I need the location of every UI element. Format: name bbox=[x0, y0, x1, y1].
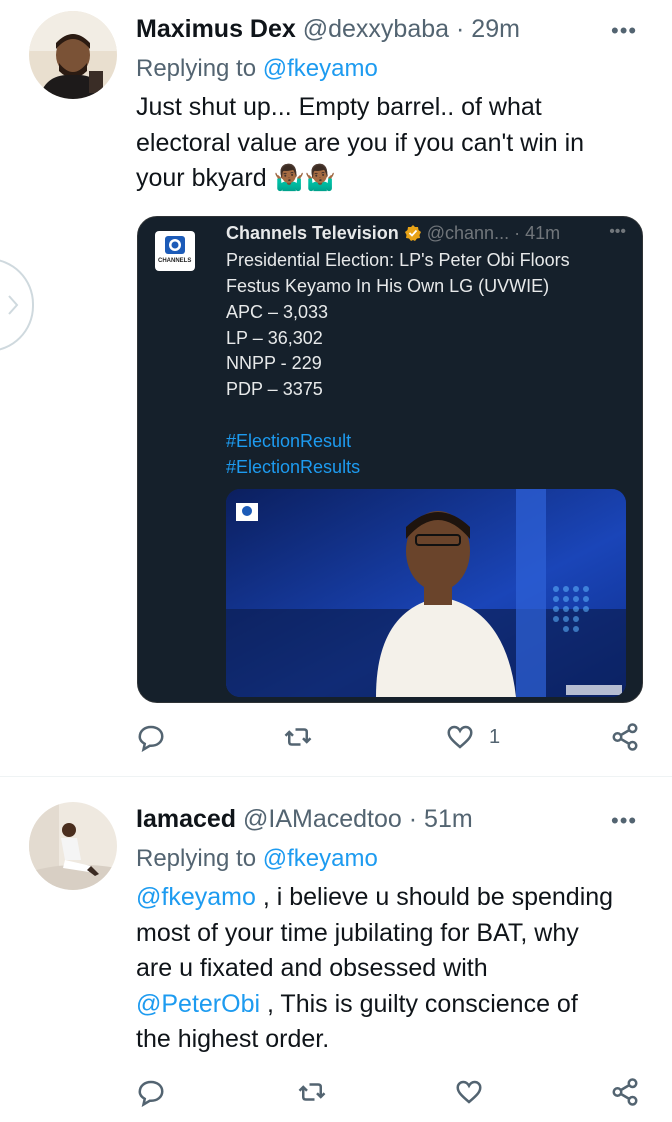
separator-dot: · bbox=[514, 223, 521, 243]
display-name[interactable]: Iamaced bbox=[136, 805, 236, 833]
quote-line: APC – 3,033 bbox=[226, 302, 329, 322]
reply-icon bbox=[138, 725, 164, 752]
verified-badge-icon bbox=[404, 225, 421, 241]
heart-icon bbox=[456, 1080, 482, 1104]
tweet-text-line: are u fixated and obsessed with bbox=[136, 954, 488, 982]
replying-to-handle[interactable]: @fkeyamo bbox=[263, 55, 378, 82]
quote-more-icon[interactable]: ••• bbox=[609, 223, 626, 241]
quote-line: Presidential Election: LP's Peter Obi Fl… bbox=[226, 250, 570, 270]
retweet-icon bbox=[284, 728, 312, 746]
retweet-button[interactable] bbox=[296, 1077, 328, 1107]
quoted-tweet-card[interactable]: CHANNELS Channels Television @chann... ·… bbox=[137, 216, 643, 703]
channels-logo: CHANNELS bbox=[155, 231, 195, 271]
quote-line: Festus Keyamo In His Own LG (UVWIE) bbox=[226, 276, 550, 296]
hashtag-link[interactable]: #ElectionResult bbox=[226, 429, 351, 455]
channels-logo-icon bbox=[165, 236, 185, 254]
heart-icon bbox=[447, 725, 473, 749]
tweet-1[interactable]: Maximus Dex @dexxybaba · 29m ••• Replyin… bbox=[0, 0, 672, 775]
reply-button[interactable] bbox=[136, 1077, 166, 1107]
tweet-text-line: @PeterObi , This is guilty conscience of bbox=[136, 989, 578, 1018]
replying-to-handle[interactable]: @fkeyamo bbox=[263, 845, 378, 872]
tweet-text-line: @fkeyamo , i believe u should be spendin… bbox=[136, 883, 614, 911]
separator-dot: · bbox=[408, 805, 418, 833]
retweet-icon bbox=[298, 1083, 326, 1101]
replying-to-label: Replying to bbox=[136, 55, 257, 82]
reply-button[interactable] bbox=[136, 722, 166, 752]
quote-line: PDP – 3375 bbox=[226, 379, 323, 399]
quote-handle[interactable]: @chann... bbox=[427, 223, 509, 243]
tweet-text: Just shut up... Empty barrel.. of what e… bbox=[136, 90, 636, 197]
tweet-actions: 1 bbox=[136, 722, 641, 762]
tweet-text-line: your bkyard 🤷🏾‍♂️🤷🏾‍♂️ bbox=[136, 164, 336, 192]
retweet-button[interactable] bbox=[282, 722, 314, 752]
user-handle[interactable]: @dexxybaba bbox=[303, 15, 449, 43]
reply-icon bbox=[138, 1080, 164, 1107]
more-options-icon[interactable]: ••• bbox=[611, 18, 637, 44]
like-button[interactable] bbox=[454, 1077, 484, 1107]
display-name[interactable]: Maximus Dex bbox=[136, 15, 296, 43]
share-icon bbox=[612, 723, 638, 751]
quote-photo[interactable] bbox=[226, 489, 626, 697]
logo-text: CHANNELS bbox=[158, 258, 192, 264]
tweet-text-line: the highest order. bbox=[136, 1025, 330, 1053]
user-handle[interactable]: @IAMacedtoo bbox=[243, 805, 402, 833]
more-options-icon[interactable]: ••• bbox=[611, 808, 637, 834]
tweet-text-line: electoral value are you if you can't win… bbox=[136, 128, 585, 157]
share-button[interactable] bbox=[610, 722, 640, 752]
share-button[interactable] bbox=[610, 1077, 640, 1107]
mention-link[interactable]: @fkeyamo bbox=[136, 883, 256, 911]
timestamp[interactable]: 51m bbox=[424, 805, 473, 833]
shrug-emoji: 🤷🏾‍♂️🤷🏾‍♂️ bbox=[273, 164, 336, 192]
separator-dot: · bbox=[456, 15, 465, 43]
replying-to-label: Replying to bbox=[136, 845, 257, 872]
tweet-text-line: Just shut up... Empty barrel.. of what bbox=[136, 93, 542, 121]
avatar-image bbox=[29, 802, 117, 890]
hashtag-link[interactable]: #ElectionResults bbox=[226, 455, 360, 481]
avatar[interactable] bbox=[29, 802, 117, 890]
share-icon bbox=[612, 1078, 638, 1106]
quote-line: LP – 36,302 bbox=[226, 328, 323, 348]
like-button[interactable]: 1 bbox=[445, 722, 500, 752]
tweet-2[interactable]: Iamaced @IAMacedtoo · 51m ••• Replying t… bbox=[0, 777, 672, 1122]
quote-line: NNPP - 229 bbox=[226, 353, 322, 373]
news-photo-image bbox=[226, 489, 626, 697]
tweet-actions bbox=[136, 1077, 641, 1117]
mention-link[interactable]: @PeterObi bbox=[136, 990, 260, 1018]
like-count: 1 bbox=[489, 725, 501, 748]
avatar[interactable] bbox=[29, 11, 117, 99]
avatar-image bbox=[29, 11, 117, 99]
quote-display-name[interactable]: Channels Television bbox=[226, 223, 399, 243]
tweet-text-line: most of your time jubilating for BAT, wh… bbox=[136, 918, 579, 947]
timestamp[interactable]: 29m bbox=[471, 15, 520, 43]
tweet-text: @fkeyamo , i believe u should be spendin… bbox=[136, 880, 656, 1058]
quote-timestamp: 41m bbox=[525, 223, 561, 243]
